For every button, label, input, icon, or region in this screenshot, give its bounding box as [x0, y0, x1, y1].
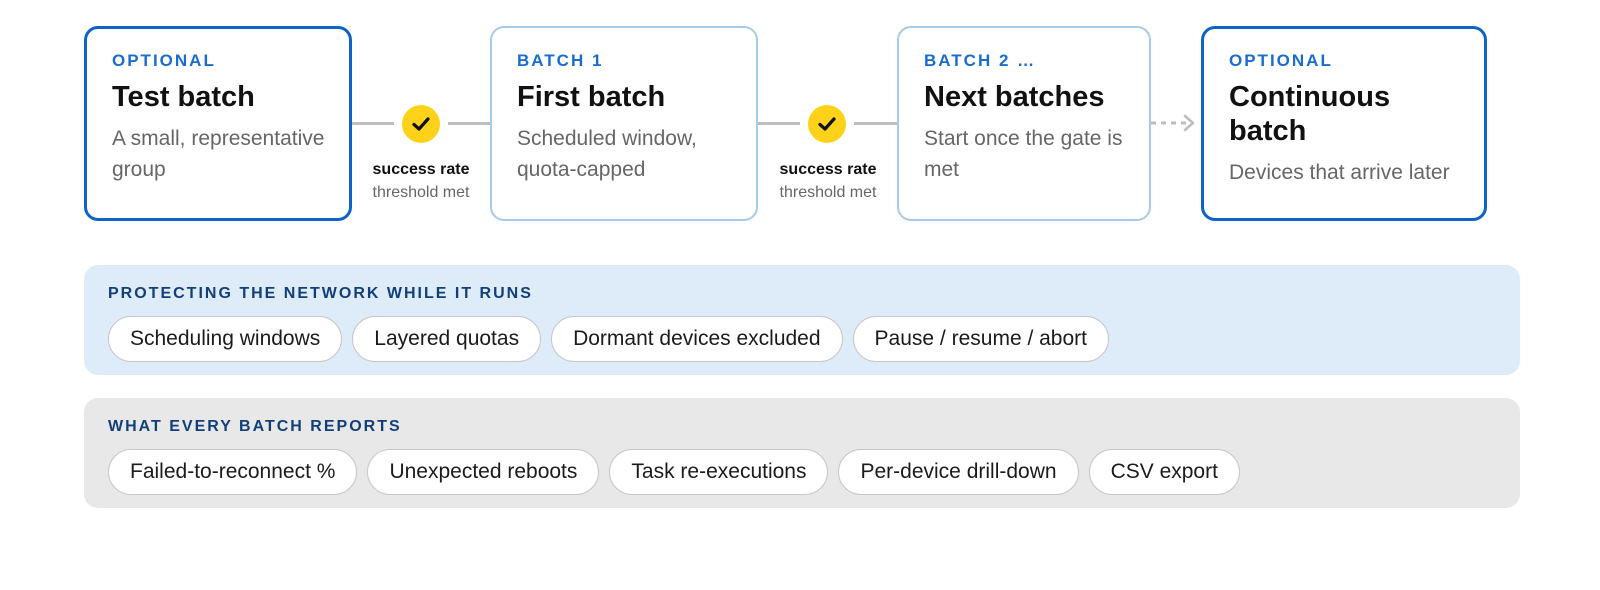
checkmark-icon — [402, 105, 440, 143]
stage-eyebrow: OPTIONAL — [1229, 51, 1333, 70]
chip-csv-export: CSV export — [1088, 449, 1240, 495]
reports-panel: WHAT EVERY BATCH REPORTS Failed-to-recon… — [84, 398, 1520, 508]
gate-sublabel: threshold met — [372, 184, 470, 201]
gate-label: success rate — [372, 161, 470, 178]
reports-chip-list: Failed-to-reconnect % Unexpected reboots… — [108, 449, 1240, 495]
stage-card-test-batch: OPTIONAL Test batch A small, representat… — [84, 26, 352, 221]
stage-title: Next batches — [924, 81, 1105, 113]
chip-per-device-drill-down: Per-device drill-down — [838, 449, 1079, 495]
stage-eyebrow: BATCH 1 — [517, 51, 604, 70]
gate-label: success rate — [779, 161, 877, 178]
stage-title: First batch — [517, 81, 666, 113]
stage-card-next-batches: BATCH 2 … Next batches Start once the ga… — [897, 26, 1151, 221]
stage-eyebrow: OPTIONAL — [112, 51, 216, 70]
gate-sublabel: threshold met — [779, 184, 877, 201]
stage-title: Continuous batch — [1229, 81, 1391, 147]
stage-title: Test batch — [112, 81, 255, 113]
gate-success-rate-1: success rate threshold met — [352, 26, 490, 221]
chip-failed-to-reconnect: Failed-to-reconnect % — [108, 449, 358, 495]
checkmark-icon — [808, 105, 846, 143]
protection-panel: PROTECTING THE NETWORK WHILE IT RUNS Sch… — [84, 265, 1520, 375]
chip-scheduling-windows: Scheduling windows — [108, 316, 343, 362]
gate-success-rate-2: success rate threshold met — [758, 26, 897, 221]
stage-description: A small, representative group — [112, 127, 325, 181]
stage-description: Scheduled window, quota-capped — [517, 127, 697, 181]
chip-dormant-devices-excluded: Dormant devices excluded — [551, 316, 843, 362]
protection-heading: PROTECTING THE NETWORK WHILE IT RUNS — [108, 285, 533, 302]
reports-heading: WHAT EVERY BATCH REPORTS — [108, 418, 402, 435]
stage-eyebrow: BATCH 2 … — [924, 51, 1037, 70]
stage-card-continuous-batch: OPTIONAL Continuous batch Devices that a… — [1201, 26, 1487, 221]
chip-pause-resume-abort: Pause / resume / abort — [852, 316, 1109, 362]
protection-chip-list: Scheduling windows Layered quotas Dorman… — [108, 316, 1109, 362]
stage-card-first-batch: BATCH 1 First batch Scheduled window, qu… — [490, 26, 758, 221]
chip-task-re-executions: Task re-executions — [609, 449, 829, 495]
stage-description: Start once the gate is met — [924, 127, 1123, 181]
chip-layered-quotas: Layered quotas — [352, 316, 542, 362]
chip-unexpected-reboots: Unexpected reboots — [367, 449, 600, 495]
stage-description: Devices that arrive later — [1229, 161, 1450, 184]
dashed-arrow-icon — [1151, 114, 1195, 132]
